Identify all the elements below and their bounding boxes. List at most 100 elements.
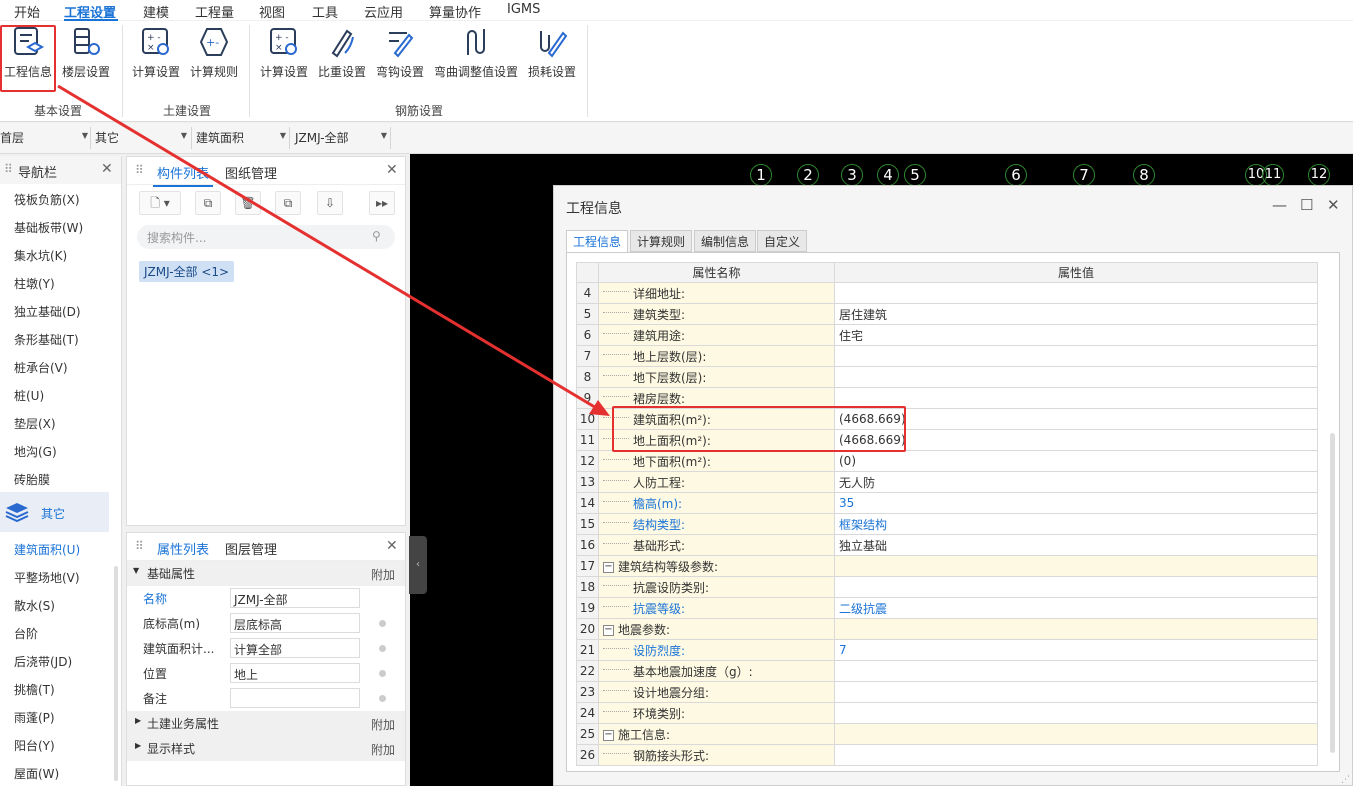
row-property-value[interactable] [834, 366, 1318, 388]
prop-value-input[interactable]: 地上 [230, 663, 360, 683]
civil-calc-settings-button[interactable]: + - × 计算设置 [130, 25, 182, 87]
table-row[interactable]: 12 地下面积(m²): (0) [576, 450, 1318, 472]
maximize-icon[interactable]: ☐ [1300, 196, 1313, 214]
table-group-row[interactable]: 25− 施工信息: [576, 723, 1318, 745]
nav-item[interactable]: 雨蓬(P) [14, 709, 55, 726]
close-icon[interactable]: ✕ [386, 162, 398, 178]
row-property-value[interactable]: 7 [834, 639, 1318, 661]
prop-value-input[interactable]: 层底标高 [230, 613, 360, 633]
table-row[interactable]: 26 钢筋接头形式: [576, 744, 1318, 766]
prop-extra-checkbox[interactable] [379, 620, 386, 627]
prop-value-input[interactable] [230, 688, 360, 708]
nav-item[interactable]: 条形基础(T) [14, 331, 79, 348]
table-row[interactable]: 22 基本地震加速度（g）: [576, 660, 1318, 682]
table-row[interactable]: 7 地上层数(层): [576, 345, 1318, 367]
component-select[interactable]: JZMJ-全部 ▼ [295, 129, 387, 149]
nav-item[interactable]: 独立基础(D) [14, 303, 81, 320]
menu-quantity[interactable]: 工程量 [195, 2, 234, 21]
row-property-value[interactable]: 住宅 [834, 324, 1318, 346]
nav-item[interactable]: 后浇带(JD) [14, 653, 72, 670]
close-icon[interactable]: ✕ [1327, 196, 1340, 214]
loss-settings-button[interactable]: 损耗设置 [526, 25, 578, 87]
prop-group-civil[interactable]: ▶ 土建业务属性 附加 [127, 711, 405, 736]
prop-group-basic[interactable]: ▼ 基础属性 附加 [127, 561, 405, 586]
prop-value-input[interactable]: JZMJ-全部 [230, 588, 360, 608]
search-icon[interactable]: ⚲ [372, 229, 381, 243]
table-row[interactable]: 5 建筑类型: 居住建筑 [576, 303, 1318, 325]
drag-handle-icon[interactable]: ⠿ [4, 162, 13, 176]
menu-modeling[interactable]: 建模 [143, 2, 169, 21]
row-property-value[interactable] [834, 660, 1318, 682]
delete-button[interactable]: 🗑 [235, 191, 261, 215]
menu-cloud[interactable]: 云应用 [364, 2, 403, 21]
table-row[interactable]: 21 设防烈度: 7 [576, 639, 1318, 661]
row-property-value[interactable]: 框架结构 [834, 513, 1318, 535]
close-icon[interactable]: ✕ [386, 538, 398, 554]
drag-handle-icon[interactable]: ⠿ [135, 163, 144, 177]
type-select[interactable]: 建筑面积 ▼ [196, 129, 286, 149]
row-property-value[interactable]: (4668.669) [834, 408, 1318, 430]
row-property-value[interactable] [834, 387, 1318, 409]
table-row[interactable]: 6 建筑用途: 住宅 [576, 324, 1318, 346]
bend-adjust-button[interactable]: 弯曲调整值设置 [432, 25, 520, 87]
component-chip[interactable]: JZMJ-全部 <1> [139, 261, 235, 282]
row-property-value[interactable]: (0) [834, 450, 1318, 472]
row-property-value[interactable] [834, 744, 1318, 766]
nav-item[interactable]: 基础板带(W) [14, 219, 83, 236]
nav-item[interactable]: 阳台(Y) [14, 737, 55, 754]
nav-item[interactable]: 散水(S) [14, 597, 55, 614]
copy-button[interactable]: ⧉ [195, 191, 221, 215]
row-property-value[interactable] [834, 345, 1318, 367]
collapse-minus-icon[interactable]: − [603, 561, 614, 573]
menu-igms[interactable]: IGMS [507, 2, 540, 17]
collapse-minus-icon[interactable]: − [603, 729, 614, 741]
hook-settings-button[interactable]: 弯钩设置 [374, 25, 426, 87]
table-group-row[interactable]: 20− 地震参数: [576, 618, 1318, 640]
new-component-button[interactable]: 🗋 ▾ [139, 191, 181, 215]
row-property-value[interactable]: (4668.669) [834, 429, 1318, 451]
nav-item[interactable]: 柱墩(Y) [14, 275, 55, 292]
row-property-value[interactable] [834, 282, 1318, 304]
calc-rules-button[interactable]: +- 计算规则 [188, 25, 240, 87]
table-group-row[interactable]: 17− 建筑结构等级参数: [576, 555, 1318, 577]
row-property-value[interactable]: 二级抗震 [834, 597, 1318, 619]
row-property-value[interactable] [834, 681, 1318, 703]
nav-item[interactable]: 台阶 [14, 625, 38, 642]
nav-item[interactable]: 桩承台(V) [14, 359, 68, 376]
import-button[interactable]: ⇩ [317, 191, 343, 215]
row-property-value[interactable]: 无人防 [834, 471, 1318, 493]
table-row[interactable]: 24 环境类别: [576, 702, 1318, 724]
menu-view[interactable]: 视图 [259, 2, 285, 21]
panel-collapse-handle[interactable]: ‹ [409, 536, 427, 594]
row-property-value[interactable] [834, 576, 1318, 598]
prop-extra-checkbox[interactable] [379, 695, 386, 702]
table-row[interactable]: 14 檐高(m): 35 [576, 492, 1318, 514]
table-scrollbar[interactable] [1330, 433, 1335, 753]
category-select[interactable]: 其它 ▼ [95, 129, 187, 149]
nav-scrollbar[interactable] [114, 566, 118, 781]
row-property-value[interactable]: 35 [834, 492, 1318, 514]
prop-extra-checkbox[interactable] [379, 670, 386, 677]
row-property-value[interactable] [834, 555, 1318, 577]
minimize-icon[interactable]: — [1272, 196, 1287, 214]
more-button[interactable]: ▸▸ [369, 191, 395, 215]
table-row[interactable]: 23 设计地震分组: [576, 681, 1318, 703]
nav-item-building-area[interactable]: 建筑面积(U) [14, 541, 80, 558]
close-icon[interactable]: ✕ [101, 161, 113, 177]
table-row[interactable]: 13 人防工程: 无人防 [576, 471, 1318, 493]
prop-value-input[interactable]: 计算全部 [230, 638, 360, 658]
row-property-value[interactable]: 居住建筑 [834, 303, 1318, 325]
table-row[interactable]: 18 抗震设防类别: [576, 576, 1318, 598]
menu-tools[interactable]: 工具 [312, 2, 338, 21]
row-property-value[interactable] [834, 723, 1318, 745]
nav-item[interactable]: 垫层(X) [14, 415, 56, 432]
nav-item[interactable]: 屋面(W) [14, 765, 59, 782]
nav-item[interactable]: 筏板负筋(X) [14, 191, 80, 208]
collapse-minus-icon[interactable]: − [603, 624, 614, 636]
resize-grip-icon[interactable]: ⋰ [1341, 775, 1350, 785]
nav-item[interactable]: 集水坑(K) [14, 247, 67, 264]
drag-handle-icon[interactable]: ⠿ [135, 539, 144, 553]
table-row[interactable]: 19 抗震等级: 二级抗震 [576, 597, 1318, 619]
table-row[interactable]: 16 基础形式: 独立基础 [576, 534, 1318, 556]
table-row[interactable]: 8 地下层数(层): [576, 366, 1318, 388]
